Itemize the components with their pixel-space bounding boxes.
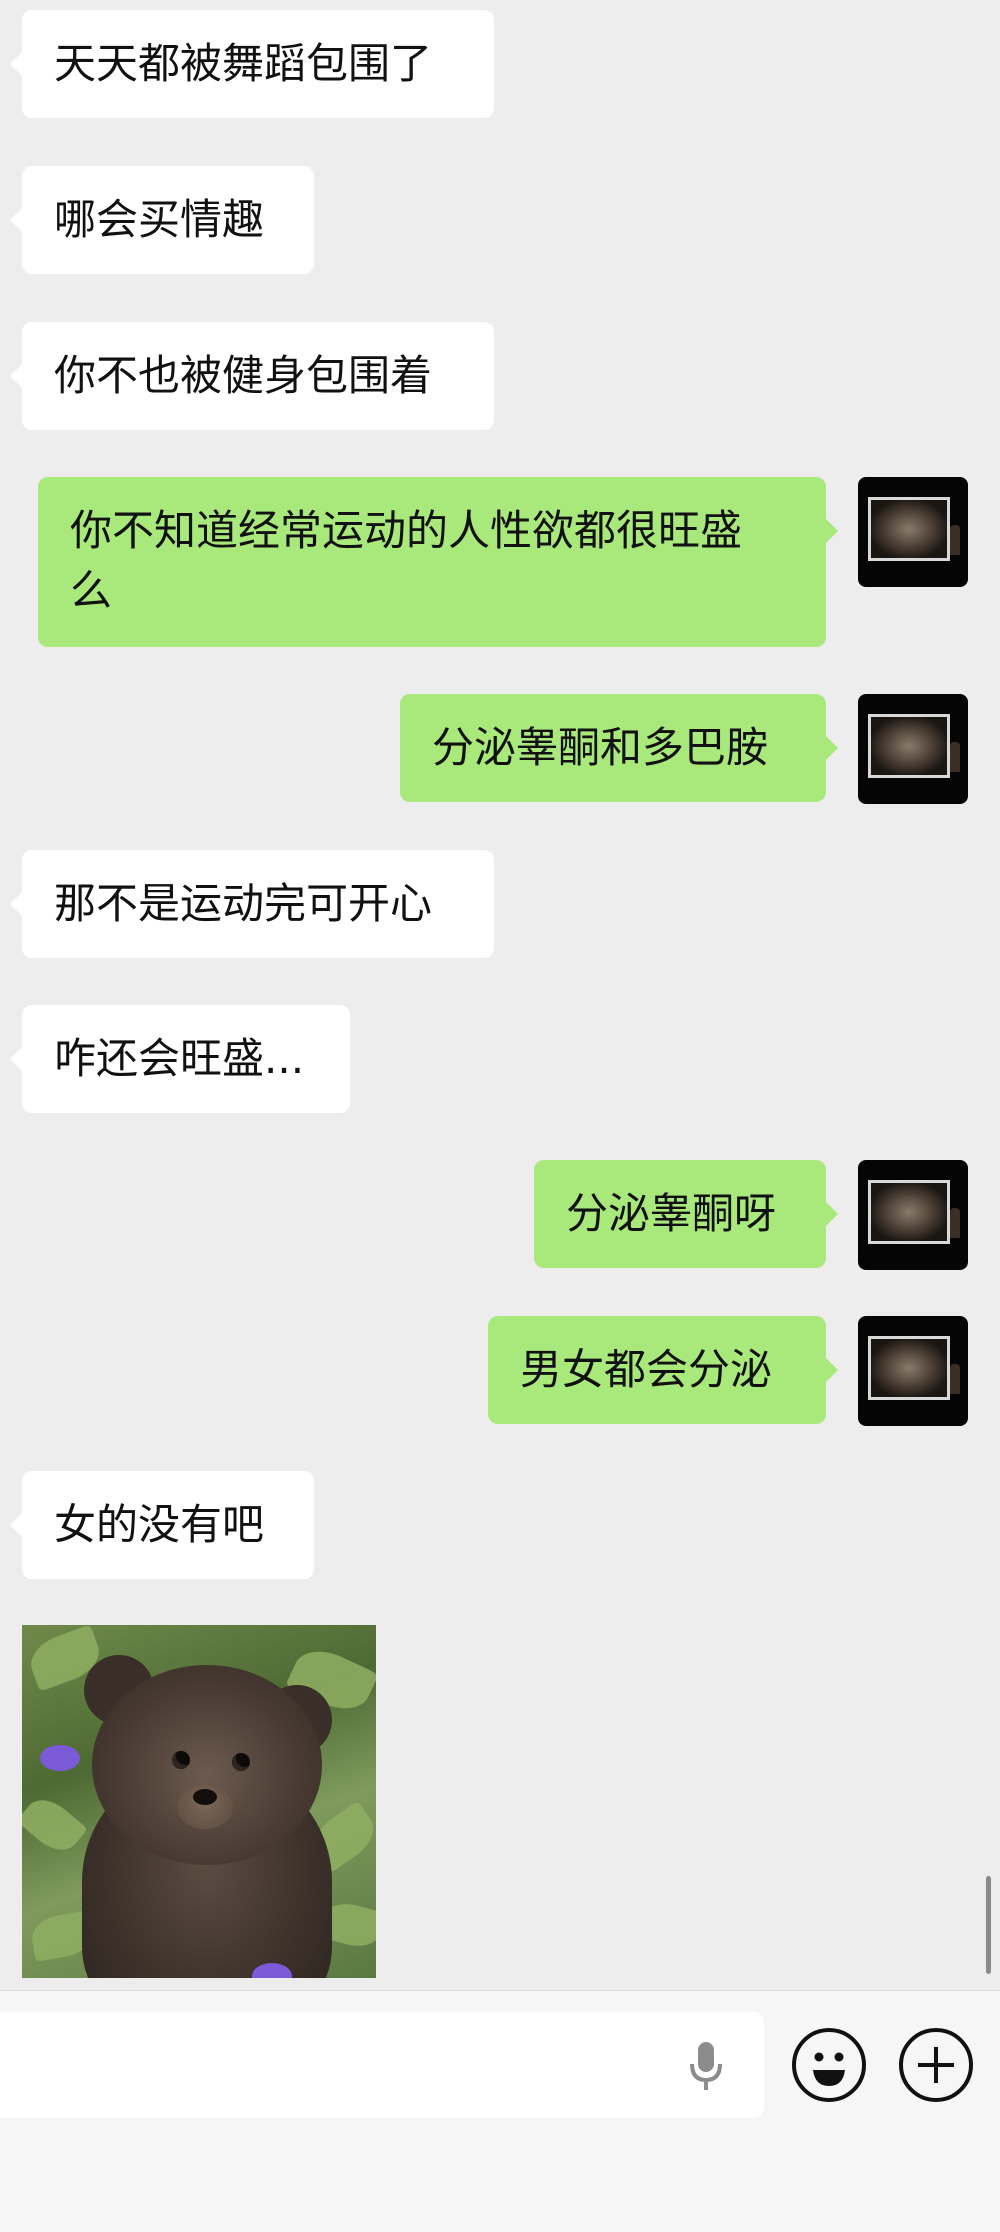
message-text: 分泌睾酮和多巴胺	[432, 723, 769, 772]
message-text: 哪会买情趣	[54, 195, 265, 244]
avatar-picture	[868, 714, 950, 778]
outgoing-message-bubble[interactable]: 分泌睾酮和多巴胺	[400, 694, 838, 802]
outgoing-message-bubble[interactable]: 你不知道经常运动的人性欲都很旺盛 么	[38, 477, 838, 647]
microphone-icon[interactable]	[686, 2040, 726, 2094]
message-text: 咋还会旺盛...	[54, 1034, 305, 1083]
incoming-message-bubble[interactable]: 那不是运动完可开心	[10, 850, 494, 958]
scrollbar[interactable]	[986, 1876, 991, 1974]
my-avatar[interactable]	[858, 1316, 968, 1426]
my-avatar[interactable]	[858, 694, 968, 804]
message-text: 你不也被健身包围着	[54, 351, 433, 400]
outgoing-message-bubble[interactable]: 分泌睾酮呀	[534, 1160, 838, 1268]
image-message-bear-cub[interactable]	[22, 1625, 376, 1978]
my-avatar[interactable]	[858, 477, 968, 587]
plus-icon[interactable]	[899, 2028, 973, 2102]
message-text-line: 你不知道经常运动的人性欲都很旺盛	[70, 506, 743, 555]
smiley-icon[interactable]	[792, 2028, 866, 2102]
message-text: 那不是运动完可开心	[54, 879, 433, 928]
message-input[interactable]	[0, 2012, 764, 2118]
my-avatar[interactable]	[858, 1160, 968, 1270]
avatar-picture	[868, 1336, 950, 1400]
incoming-message-bubble[interactable]: 咋还会旺盛...	[10, 1005, 350, 1113]
incoming-message-bubble[interactable]: 哪会买情趣	[10, 166, 314, 274]
avatar-picture	[868, 497, 950, 561]
outgoing-message-bubble[interactable]: 男女都会分泌	[488, 1316, 838, 1424]
message-text: 天天都被舞蹈包围了	[54, 39, 433, 88]
avatar-picture	[868, 1180, 950, 1244]
message-text: 女的没有吧	[54, 1500, 265, 1549]
incoming-message-bubble[interactable]: 你不也被健身包围着	[10, 322, 494, 430]
chat-message-list[interactable]: 天天都被舞蹈包围了 哪会买情趣 你不也被健身包围着 你不知道经常运动的人性欲都很…	[0, 0, 1000, 1990]
message-text: 男女都会分泌	[520, 1345, 773, 1394]
incoming-message-bubble[interactable]: 天天都被舞蹈包围了	[10, 10, 494, 118]
incoming-message-bubble[interactable]: 女的没有吧	[10, 1471, 314, 1579]
message-text-line: 么	[70, 566, 113, 615]
message-text: 分泌睾酮呀	[566, 1189, 777, 1238]
